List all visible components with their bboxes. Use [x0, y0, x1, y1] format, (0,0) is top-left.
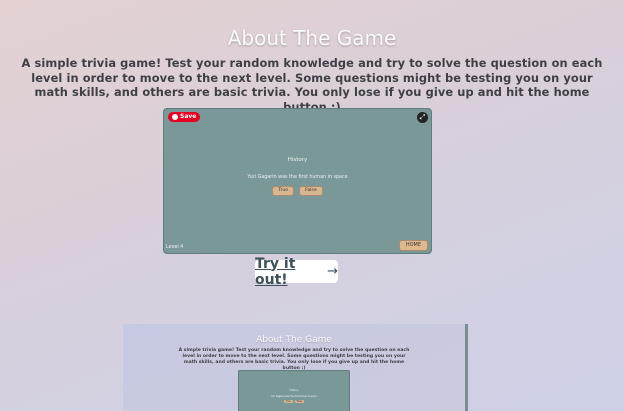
- question-text: Yuri Gagarin was the first human in spac…: [247, 175, 348, 180]
- try-it-out-label: Try it out!: [255, 255, 296, 288]
- preview-answer-true: True: [283, 400, 293, 403]
- pinterest-icon: [172, 114, 178, 120]
- expand-icon[interactable]: ⤢: [417, 112, 428, 123]
- try-it-out-link[interactable]: Try it out! →: [255, 256, 338, 288]
- pinterest-save-button[interactable]: Save: [168, 112, 201, 122]
- game-screenshot: Save ⤢ History Yuri Gagarin was the firs…: [163, 108, 432, 254]
- page-preview-image: About The Game A simple trivia game! Tes…: [123, 324, 468, 411]
- preview-question: Yuri Gagarin was the first human in spac…: [271, 395, 317, 398]
- preview-scrollbar: [465, 324, 468, 411]
- question-category: History: [287, 157, 308, 163]
- save-label: Save: [180, 113, 197, 120]
- arrow-right-icon: →: [327, 264, 338, 279]
- preview-game-screenshot: History Yuri Gagarin was the first human…: [238, 370, 350, 411]
- preview-answer-false: False: [294, 400, 305, 403]
- page-title: About The Game: [227, 26, 397, 50]
- preview-category: History: [289, 389, 299, 392]
- game-description: A simple trivia game! Test your random k…: [21, 56, 603, 114]
- preview-answers: True False: [239, 400, 349, 403]
- preview-title: About The Game: [256, 335, 332, 345]
- preview-description: A simple trivia game! Test your random k…: [178, 348, 410, 371]
- level-indicator: Level 4: [166, 245, 184, 250]
- answer-buttons: True False: [164, 186, 431, 196]
- home-button: HOME: [398, 240, 428, 251]
- answer-true-button: True: [272, 186, 295, 196]
- answer-false-button: False: [299, 186, 323, 196]
